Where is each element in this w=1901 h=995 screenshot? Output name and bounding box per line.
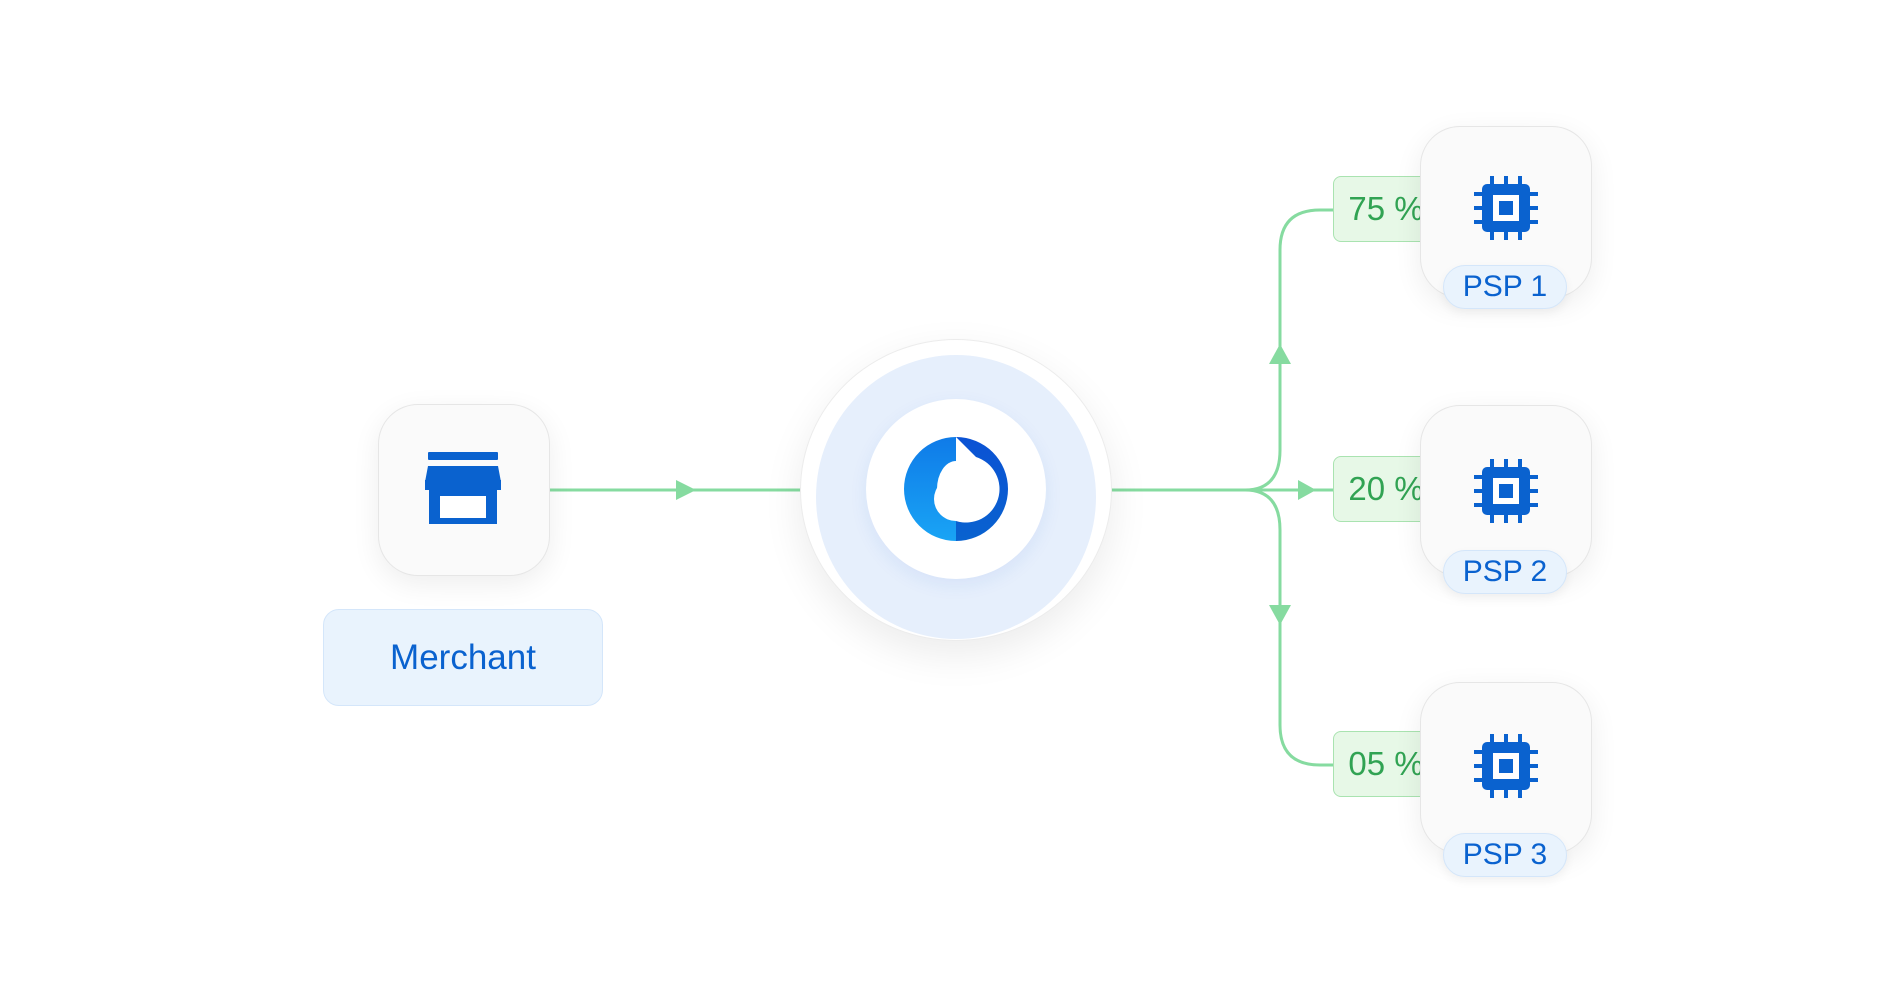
branch-line-psp-3 <box>1243 488 1335 767</box>
chip-icon <box>1474 734 1538 798</box>
router-logo-icon <box>904 437 1008 541</box>
chip-icon <box>1474 459 1538 523</box>
arrowhead-psp-2 <box>1298 480 1316 500</box>
branch-line-psp-1 <box>1243 208 1335 492</box>
storefront-icon <box>425 452 501 524</box>
psp-1-label: PSP 1 <box>1443 265 1567 309</box>
chip-icon <box>1474 176 1538 240</box>
arrowhead-psp-1 <box>1269 344 1291 364</box>
arrowhead-merchant <box>676 480 696 500</box>
psp-3-tile[interactable] <box>1420 682 1592 854</box>
merchant-label: Merchant <box>323 609 603 706</box>
merchant-tile[interactable] <box>378 404 550 576</box>
payment-routing-diagram: Merchant 75 % PSP 1 20 % PSP 2 05 % PSP … <box>0 0 1901 995</box>
arrowhead-psp-3 <box>1269 605 1291 625</box>
router-hub[interactable] <box>866 399 1046 579</box>
psp-3-label: PSP 3 <box>1443 833 1567 877</box>
psp-2-label: PSP 2 <box>1443 550 1567 594</box>
